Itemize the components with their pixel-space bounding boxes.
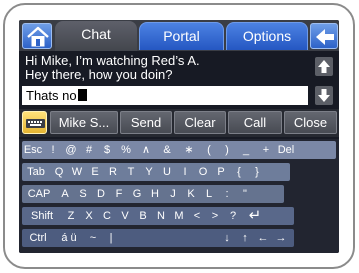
close-button[interactable]: Close <box>284 111 337 134</box>
key[interactable]: ∧ <box>136 141 156 159</box>
arrow-down-icon <box>318 89 330 102</box>
key[interactable]: } <box>248 163 266 181</box>
key-space[interactable] <box>120 229 218 247</box>
key[interactable]: ! <box>44 141 62 159</box>
key[interactable]: F <box>110 185 128 203</box>
send-button[interactable]: Send <box>120 111 172 134</box>
key[interactable]: Q <box>50 163 68 181</box>
on-screen-keyboard: Esc ! @ # $ % ∧ & ∗ ( ) _ + Del Tab Q W … <box>19 139 339 253</box>
text-cursor <box>77 89 87 101</box>
key[interactable]: D <box>92 185 110 203</box>
arrow-up-icon <box>318 60 330 73</box>
key[interactable]: B <box>134 207 152 225</box>
key[interactable]: H <box>146 185 164 203</box>
key[interactable]: A <box>56 185 74 203</box>
key[interactable]: { <box>230 163 248 181</box>
tab-chat[interactable]: Chat <box>55 21 137 51</box>
tab-bar: Chat Portal Options <box>19 20 339 51</box>
keyboard-icon <box>26 119 45 128</box>
key[interactable]: ∗ <box>178 141 200 159</box>
key[interactable]: R <box>104 163 122 181</box>
key[interactable]: W <box>68 163 86 181</box>
keyboard-row: Tab Q W E R T Y U I O P { } <box>22 163 290 181</box>
key[interactable]: ~ <box>84 229 102 247</box>
key-arrow-up[interactable]: ↑ <box>236 229 254 247</box>
key[interactable]: M <box>170 207 188 225</box>
tab-portal[interactable]: Portal <box>139 22 224 50</box>
key[interactable]: < <box>188 207 206 225</box>
chat-app-window: Chat Portal Options Hi Mike, I’m watchin… <box>19 20 339 253</box>
home-button[interactable] <box>22 23 52 49</box>
key[interactable]: N <box>152 207 170 225</box>
key[interactable]: & <box>156 141 178 159</box>
scroll-down-button[interactable] <box>315 86 333 105</box>
scroll-up-button[interactable] <box>315 57 333 76</box>
key[interactable]: U <box>158 163 176 181</box>
back-button[interactable] <box>310 23 338 49</box>
key[interactable]: V <box>116 207 134 225</box>
arrow-left-icon <box>316 29 334 45</box>
key[interactable]: I <box>176 163 194 181</box>
key[interactable]: K <box>182 185 200 203</box>
message-input[interactable]: Thats no <box>22 86 308 105</box>
key-ctrl[interactable]: Ctrl <box>22 229 54 247</box>
key[interactable]: $ <box>98 141 116 159</box>
key[interactable]: ? <box>224 207 242 225</box>
key[interactable]: ) <box>218 141 236 159</box>
key[interactable]: : <box>218 185 236 203</box>
home-icon <box>27 26 49 47</box>
key[interactable]: C <box>98 207 116 225</box>
call-button[interactable]: Call <box>228 111 282 134</box>
key[interactable]: # <box>80 141 98 159</box>
keyboard-row: Ctrl á ü ~ | ↓ ↑ ← → <box>22 229 294 247</box>
keyboard-row: Shift Z X C V B N M < > ? ↵ <box>22 207 294 225</box>
key[interactable]: O <box>194 163 212 181</box>
key[interactable]: T <box>122 163 140 181</box>
key-arrow-left[interactable]: ← <box>254 229 272 247</box>
recipient-button[interactable]: Mike S... <box>50 111 118 134</box>
tab-options[interactable]: Options <box>226 22 308 50</box>
key[interactable]: | <box>102 229 120 247</box>
action-toolbar: Mike S... Send Clear Call Close <box>19 109 339 137</box>
key[interactable]: @ <box>62 141 80 159</box>
key-arrow-down[interactable]: ↓ <box>218 229 236 247</box>
key[interactable]: Z <box>62 207 80 225</box>
key-shift[interactable]: Shift <box>22 207 62 225</box>
key[interactable]: G <box>128 185 146 203</box>
key[interactable]: + <box>256 141 276 159</box>
key-enter[interactable]: ↵ <box>242 207 268 225</box>
clear-button[interactable]: Clear <box>174 111 226 134</box>
keyboard-row: Esc ! @ # $ % ∧ & ∗ ( ) _ + Del <box>22 141 336 159</box>
key[interactable]: Y <box>140 163 158 181</box>
key[interactable]: P <box>212 163 230 181</box>
message-input-text: Thats no <box>26 88 77 103</box>
chat-message: Hi Mike, I’m watching Red’s A. <box>25 53 200 68</box>
key[interactable]: _ <box>236 141 256 159</box>
keyboard-row: CAP A S D F G H J K L : " <box>22 185 284 203</box>
key-tab[interactable]: Tab <box>22 163 50 181</box>
key[interactable]: L <box>200 185 218 203</box>
key[interactable]: % <box>116 141 136 159</box>
keyboard-toggle-button[interactable] <box>22 111 47 134</box>
key[interactable]: S <box>74 185 92 203</box>
key[interactable]: ( <box>200 141 218 159</box>
key-accents[interactable]: á ü <box>54 229 84 247</box>
key[interactable]: > <box>206 207 224 225</box>
key-esc[interactable]: Esc <box>22 141 44 159</box>
key-delete[interactable]: Del <box>276 141 296 159</box>
key[interactable]: " <box>236 185 254 203</box>
key[interactable]: J <box>164 185 182 203</box>
key[interactable]: E <box>86 163 104 181</box>
key-arrow-right[interactable]: → <box>272 229 290 247</box>
key[interactable]: X <box>80 207 98 225</box>
key-caps-lock[interactable]: CAP <box>22 185 56 203</box>
chat-message: Hey there, how you doin? <box>25 67 173 82</box>
